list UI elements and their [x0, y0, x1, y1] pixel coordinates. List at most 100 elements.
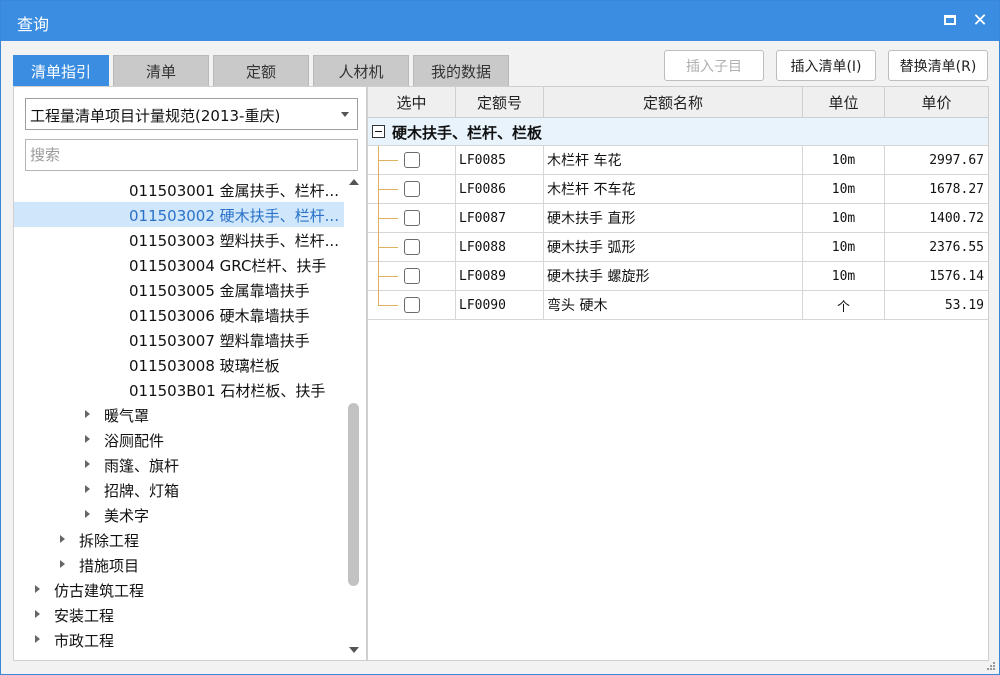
tree-item[interactable]: 招牌、灯箱 [14, 477, 344, 502]
expand-caret-icon[interactable] [35, 610, 40, 618]
row-unit: 10m [803, 175, 885, 203]
title-bar[interactable]: 查询 ✕ [1, 1, 999, 41]
col-unit[interactable]: 单位 [803, 87, 885, 118]
tree-item[interactable]: 011503003 塑料扶手、栏杆... [14, 227, 344, 252]
tree-item[interactable]: 仿古建筑工程 [14, 577, 344, 602]
table-row[interactable]: LF0089 硬木扶手 螺旋形 10m 1576.14 [368, 262, 988, 291]
expand-caret-icon[interactable] [35, 635, 40, 643]
tree-item[interactable]: 市政工程 [14, 627, 344, 652]
tree-item[interactable]: 安装工程 [14, 602, 344, 627]
table-row[interactable]: LF0088 硬木扶手 弧形 10m 2376.55 [368, 233, 988, 262]
group-title: 硬木扶手、栏杆、栏板 [392, 124, 543, 142]
tree-item-label: 011503008 玻璃栏板 [129, 357, 280, 375]
col-code[interactable]: 定额号 [456, 87, 544, 118]
row-unit: 10m [803, 146, 885, 174]
row-name: 硬木扶手 直形 [544, 204, 803, 232]
collapse-icon[interactable] [372, 125, 385, 138]
group-row[interactable]: 硬木扶手、栏杆、栏板 [368, 118, 988, 146]
tab-list[interactable]: 清单 [113, 55, 209, 86]
insert-child-button[interactable]: 插入子目 [664, 50, 764, 81]
expand-caret-icon[interactable] [60, 560, 65, 568]
category-tree: 011503001 金属扶手、栏杆... 011503002 硬木扶手、栏杆...… [14, 175, 344, 657]
left-panel: 工程量清单项目计量规范(2013-重庆) 011503001 金属扶手、栏杆..… [13, 86, 367, 661]
row-code: LF0089 [456, 262, 544, 290]
window-title: 查询 [17, 15, 50, 34]
row-code: LF0087 [456, 204, 544, 232]
scroll-thumb[interactable] [348, 403, 359, 586]
row-unit: 10m [803, 262, 885, 290]
tree-line [378, 160, 398, 161]
tree-scrollbar[interactable] [344, 175, 364, 657]
spec-select[interactable]: 工程量清单项目计量规范(2013-重庆) [25, 98, 358, 130]
tree-item-label: 011503001 金属扶手、栏杆... [129, 182, 339, 200]
tree-item-label: 拆除工程 [79, 532, 140, 550]
tree-item-label: 011503002 硬木扶手、栏杆... [129, 207, 339, 225]
table-row[interactable]: LF0087 硬木扶手 直形 10m 1400.72 [368, 204, 988, 233]
col-name[interactable]: 定额名称 [544, 87, 803, 118]
tree-item[interactable]: 011503008 玻璃栏板 [14, 352, 344, 377]
close-icon[interactable]: ✕ [969, 9, 991, 31]
tree-item[interactable]: 措施项目 [14, 552, 344, 577]
tab-my-data[interactable]: 我的数据 [413, 55, 509, 86]
tree-item[interactable]: 011503006 硬木靠墙扶手 [14, 302, 344, 327]
row-name: 弯头 硬木 [544, 291, 803, 319]
tree-line [378, 276, 398, 277]
row-code: LF0086 [456, 175, 544, 203]
tree-item-label: 011503005 金属靠墙扶手 [129, 282, 310, 300]
row-checkbox[interactable] [403, 152, 420, 168]
tree-item-label: 市政工程 [54, 632, 115, 650]
tree-item[interactable]: 园林绿化工程 [14, 652, 344, 657]
tree-item[interactable]: 拆除工程 [14, 527, 344, 552]
expand-caret-icon[interactable] [85, 485, 90, 493]
row-checkbox[interactable] [403, 297, 420, 313]
col-price[interactable]: 单价 [885, 87, 988, 118]
tree-item[interactable]: 美术字 [14, 502, 344, 527]
scroll-down-icon[interactable] [349, 647, 359, 653]
expand-caret-icon[interactable] [85, 460, 90, 468]
tab-labor-material[interactable]: 人材机 [313, 55, 409, 86]
tab-quota[interactable]: 定额 [213, 55, 309, 86]
tree-item[interactable]: 暖气罩 [14, 402, 344, 427]
resize-grip-icon[interactable] [987, 662, 995, 670]
row-select-cell [368, 175, 456, 204]
expand-caret-icon[interactable] [85, 410, 90, 418]
tree-line [378, 247, 398, 248]
tree-line [378, 189, 398, 190]
replace-list-button[interactable]: 替换清单(R) [888, 50, 988, 81]
tree-item[interactable]: 011503007 塑料靠墙扶手 [14, 327, 344, 352]
row-price: 2997.67 [929, 152, 984, 168]
chevron-down-icon [341, 112, 349, 117]
search-input[interactable] [25, 139, 358, 171]
row-checkbox[interactable] [403, 181, 420, 197]
row-checkbox[interactable] [403, 268, 420, 284]
row-checkbox[interactable] [403, 210, 420, 226]
row-name: 硬木扶手 弧形 [544, 233, 803, 261]
tree-item[interactable]: 011503004 GRC栏杆、扶手 [14, 252, 344, 277]
table-row[interactable]: LF0085 木栏杆 车花 10m 2997.67 [368, 146, 988, 175]
expand-caret-icon[interactable] [35, 585, 40, 593]
tree-item[interactable]: 浴厕配件 [14, 427, 344, 452]
scroll-up-icon[interactable] [349, 179, 359, 185]
table-row[interactable]: LF0086 木栏杆 不车花 10m 1678.27 [368, 175, 988, 204]
tree-item-label: 011503004 GRC栏杆、扶手 [129, 257, 327, 275]
insert-list-button[interactable]: 插入清单(I) [776, 50, 876, 81]
grid-header: 选中 定额号 定额名称 单位 单价 [368, 87, 988, 118]
row-price: 1400.72 [929, 210, 984, 226]
row-unit: 10m [803, 204, 885, 232]
tree-line [378, 305, 398, 306]
row-select-cell [368, 262, 456, 291]
tree-item[interactable]: 雨篷、旗杆 [14, 452, 344, 477]
expand-caret-icon[interactable] [85, 435, 90, 443]
tree-item[interactable]: 011503005 金属靠墙扶手 [14, 277, 344, 302]
tree-item[interactable]: 011503002 硬木扶手、栏杆... [14, 202, 344, 227]
tree-item[interactable]: 011503001 金属扶手、栏杆... [14, 177, 344, 202]
col-select[interactable]: 选中 [368, 87, 456, 118]
tree-item[interactable]: 011503B01 石材栏板、扶手 [14, 377, 344, 402]
row-checkbox[interactable] [403, 239, 420, 255]
tab-list-guide[interactable]: 清单指引 [13, 55, 109, 86]
row-price: 2376.55 [929, 239, 984, 255]
maximize-icon[interactable] [939, 9, 961, 31]
table-row[interactable]: LF0090 弯头 硬木个 53.19 [368, 291, 988, 320]
expand-caret-icon[interactable] [85, 510, 90, 518]
expand-caret-icon[interactable] [60, 535, 65, 543]
